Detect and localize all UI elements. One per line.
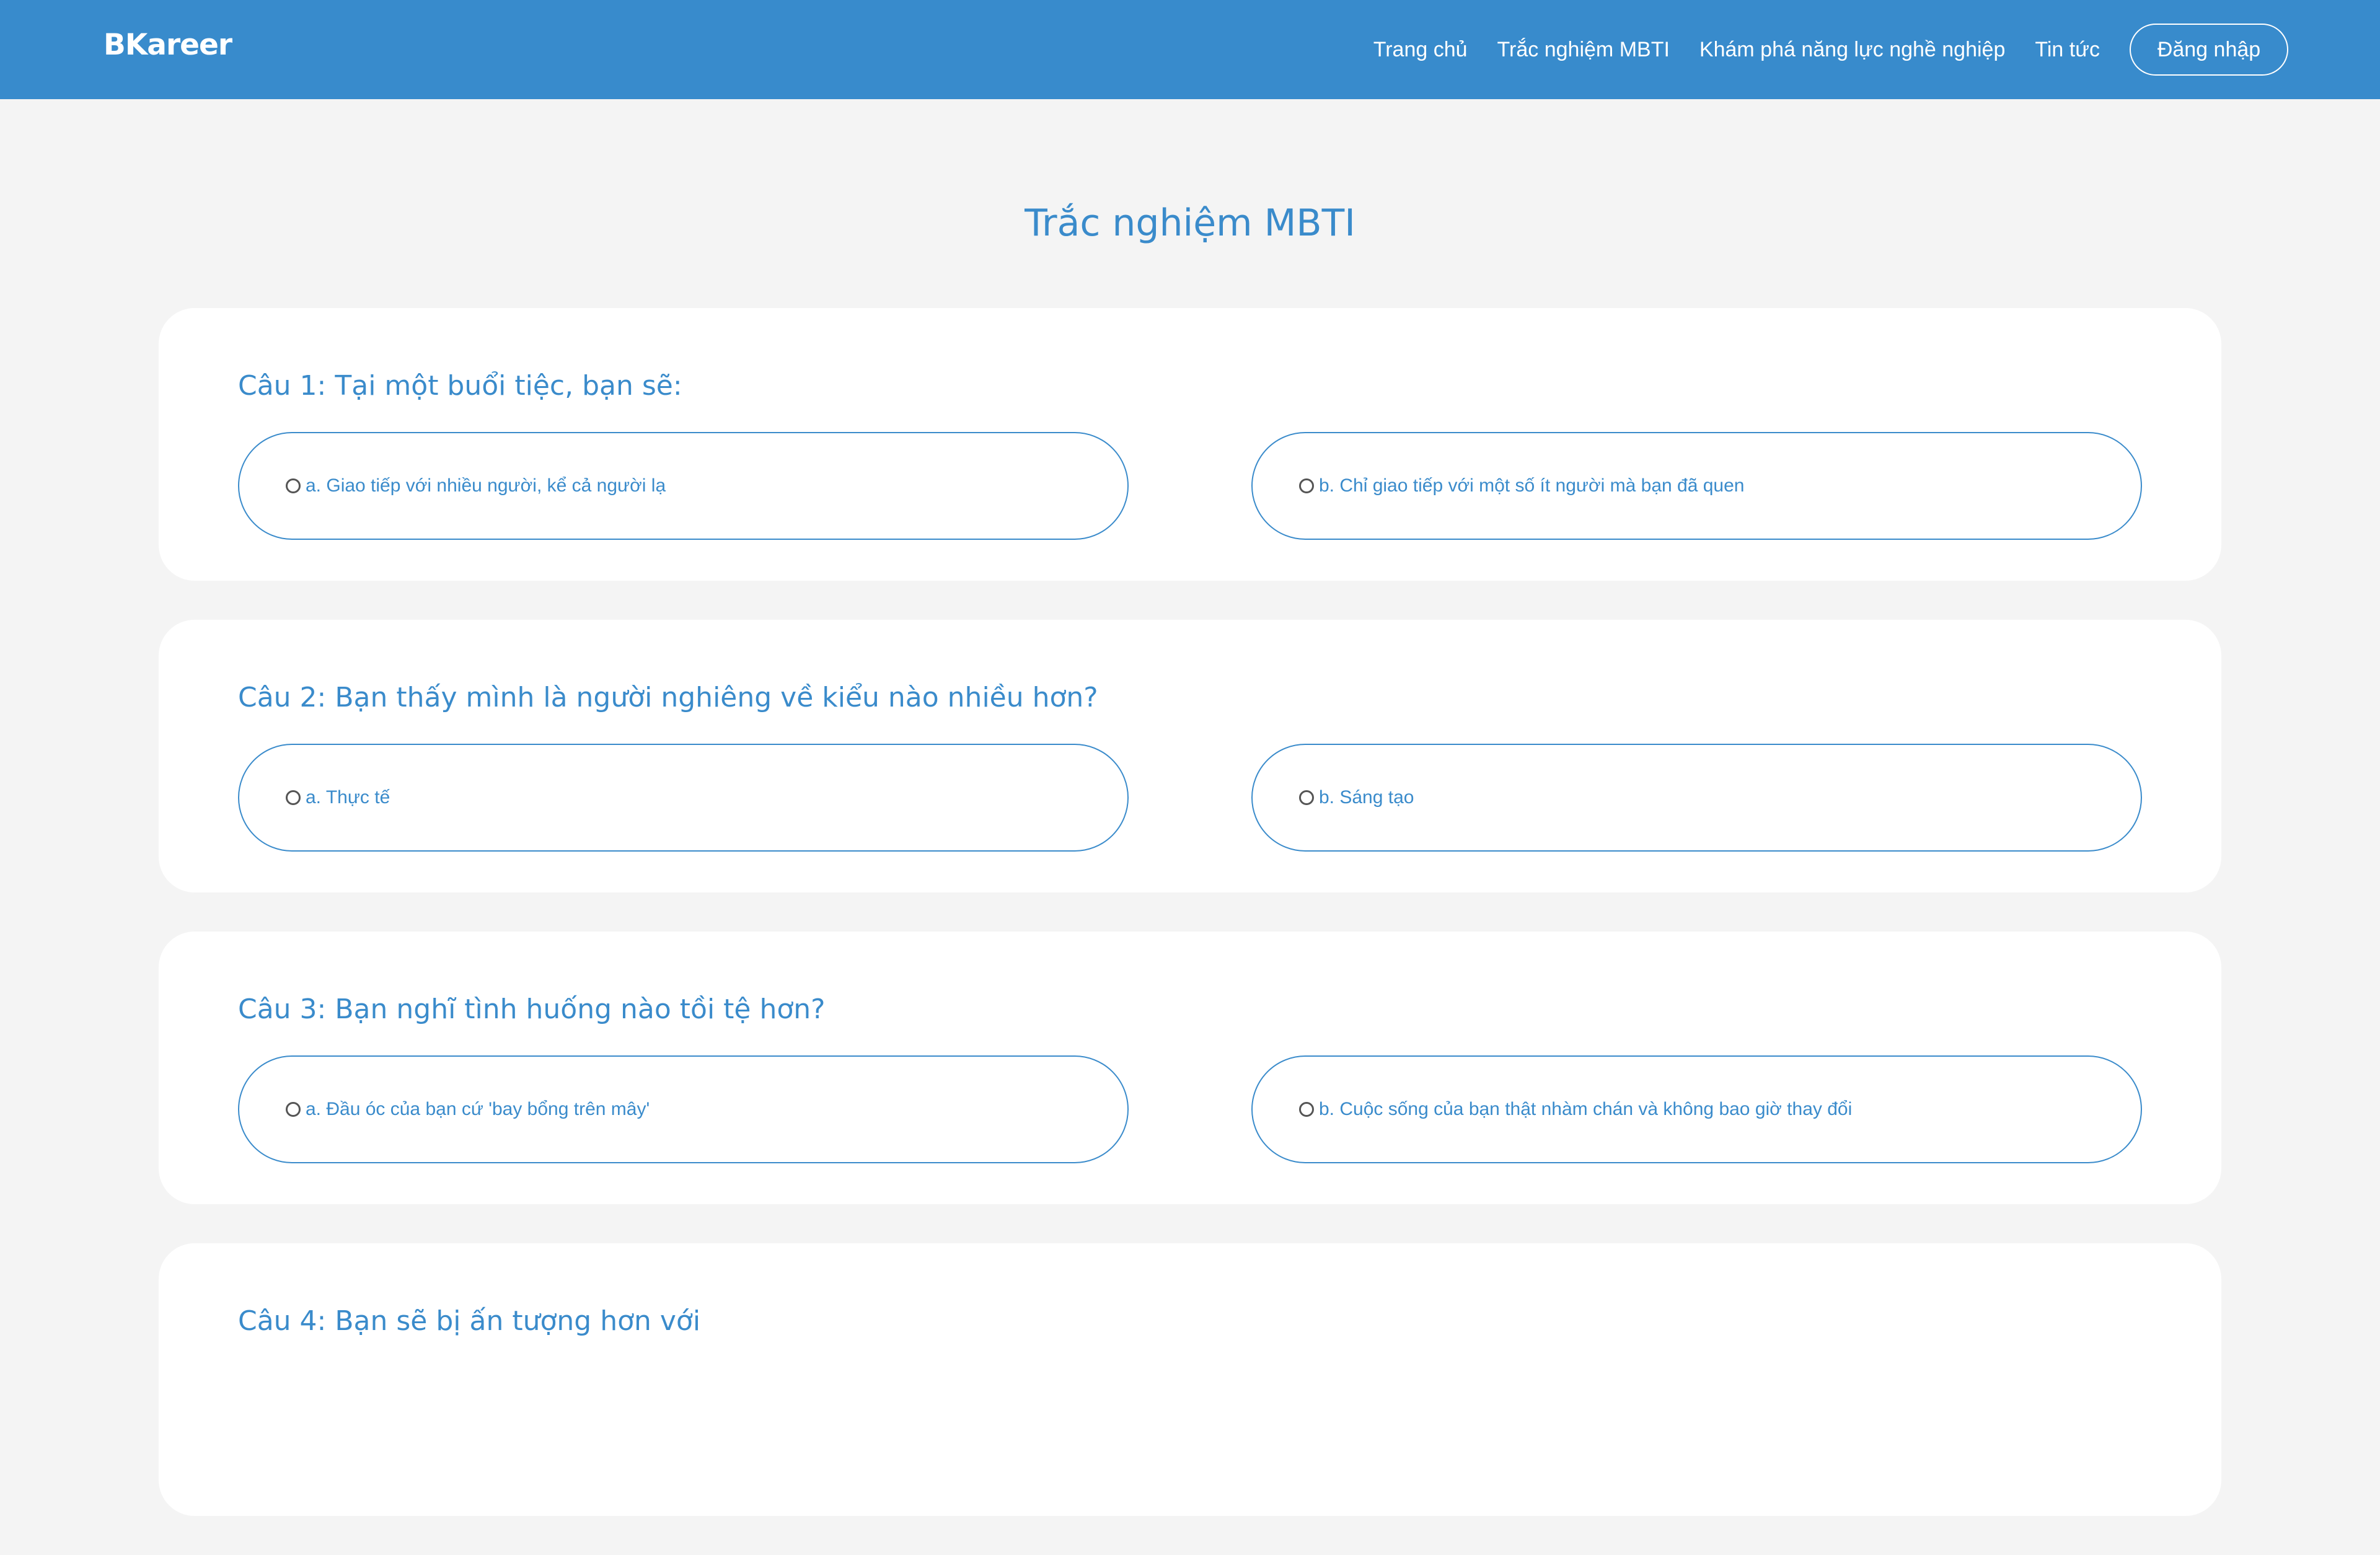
option-label: a. Đầu óc của bạn cứ 'bay bổng trên mây'	[306, 1099, 650, 1119]
option-label: b. Sáng tạo	[1319, 787, 1414, 808]
top-navbar: BKareer Trang chủ Trắc nghiệm MBTI Khám …	[0, 0, 2380, 99]
nav-item-home[interactable]: Trang chủ	[1373, 38, 1468, 62]
brand-logo[interactable]: BKareer	[104, 28, 232, 62]
question-text: Câu 4: Bạn sẽ bị ấn tượng hơn với	[238, 1305, 701, 1337]
nav-item-mbti-test[interactable]: Trắc nghiệm MBTI	[1497, 38, 1670, 62]
main-nav: Trang chủ Trắc nghiệm MBTI Khám phá năng…	[1373, 24, 2288, 76]
question-text: Câu 2: Bạn thấy mình là người nghiêng về…	[238, 682, 1098, 713]
option-b[interactable]: b. Sáng tạo	[1251, 744, 2142, 852]
option-label: b. Chỉ giao tiếp với một số ít người mà …	[1319, 475, 1745, 496]
option-label: a. Thực tế	[306, 787, 390, 808]
question-card-4: Câu 4: Bạn sẽ bị ấn tượng hơn với	[159, 1243, 2221, 1516]
radio-icon[interactable]	[286, 790, 301, 805]
option-a[interactable]: a. Đầu óc của bạn cứ 'bay bổng trên mây'	[238, 1055, 1129, 1163]
radio-icon[interactable]	[1299, 790, 1314, 805]
login-button[interactable]: Đăng nhập	[2130, 24, 2288, 76]
question-text: Câu 1: Tại một buổi tiệc, bạn sẽ:	[238, 370, 682, 402]
question-card-1: Câu 1: Tại một buổi tiệc, bạn sẽ: a. Gia…	[159, 308, 2221, 581]
question-card-2: Câu 2: Bạn thấy mình là người nghiêng về…	[159, 620, 2221, 892]
option-a[interactable]: a. Giao tiếp với nhiều người, kể cả ngườ…	[238, 432, 1129, 540]
question-list: Câu 1: Tại một buổi tiệc, bạn sẽ: a. Gia…	[159, 308, 2221, 1555]
option-label: b. Cuộc sống của bạn thật nhàm chán và k…	[1319, 1099, 1853, 1119]
option-label: a. Giao tiếp với nhiều người, kể cả ngườ…	[306, 475, 666, 496]
question-card-3: Câu 3: Bạn nghĩ tình huống nào tồi tệ hơ…	[159, 932, 2221, 1204]
radio-icon[interactable]	[1299, 1102, 1314, 1117]
question-text: Câu 3: Bạn nghĩ tình huống nào tồi tệ hơ…	[238, 993, 826, 1025]
nav-item-career-discovery[interactable]: Khám phá năng lực nghề nghiệp	[1699, 38, 2005, 62]
option-b[interactable]: b. Cuộc sống của bạn thật nhàm chán và k…	[1251, 1055, 2142, 1163]
radio-icon[interactable]	[286, 1102, 301, 1117]
option-a[interactable]: a. Thực tế	[238, 744, 1129, 852]
nav-item-news[interactable]: Tin tức	[2035, 38, 2100, 62]
page-title: Trắc nghiệm MBTI	[1025, 201, 1355, 245]
option-b[interactable]: b. Chỉ giao tiếp với một số ít người mà …	[1251, 432, 2142, 540]
radio-icon[interactable]	[286, 478, 301, 493]
radio-icon[interactable]	[1299, 478, 1314, 493]
